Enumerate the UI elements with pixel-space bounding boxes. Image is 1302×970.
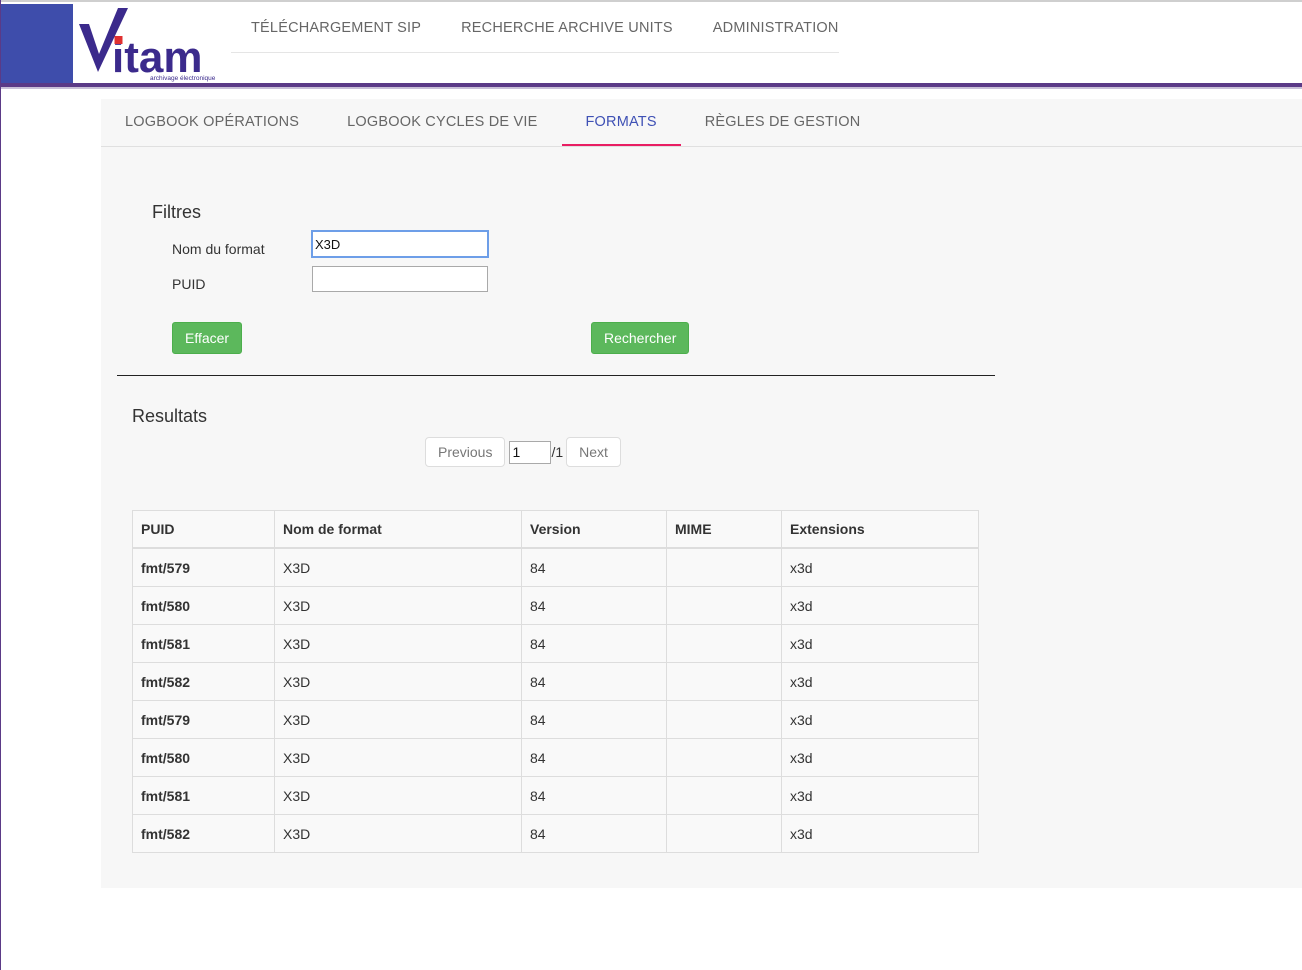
nav-telechargement-sip[interactable]: TÉLÉCHARGEMENT SIP: [231, 10, 441, 52]
column-header-version[interactable]: Version: [521, 510, 667, 549]
cell-mime: [666, 624, 782, 663]
cell-mime: [666, 700, 782, 739]
cell-extensions: x3d: [781, 586, 979, 625]
search-button[interactable]: Rechercher: [591, 322, 690, 354]
header-divider-shadow: [0, 87, 1302, 89]
cell-puid: fmt/580: [132, 586, 275, 625]
top-navigation: TÉLÉCHARGEMENT SIP RECHERCHE ARCHIVE UNI…: [231, 10, 839, 53]
logo-tagline: archivage électronique: [150, 75, 216, 82]
table-header-row: PUID Nom de format Version MIME Extensio…: [132, 510, 979, 549]
column-header-extensions[interactable]: Extensions: [781, 510, 979, 549]
cell-format-name: X3D: [274, 738, 522, 777]
vitam-logo[interactable]: itam archivage électronique: [76, 6, 222, 84]
tab-logbook-cycles-de-vie[interactable]: LOGBOOK CYCLES DE VIE: [323, 99, 561, 144]
table-row[interactable]: fmt/580 X3D 84 x3d: [132, 586, 979, 625]
cell-extensions: x3d: [781, 738, 979, 777]
cell-mime: [666, 662, 782, 701]
filters-heading: Filtres: [152, 202, 201, 222]
table-row[interactable]: fmt/579 X3D 84 x3d: [132, 547, 979, 587]
table-row[interactable]: fmt/581 X3D 84 x3d: [132, 624, 979, 663]
cell-extensions: x3d: [781, 547, 979, 587]
format-name-label: Nom du format: [172, 241, 265, 257]
pagination: Previous /1 Next: [425, 436, 621, 468]
cell-puid: fmt/582: [132, 662, 275, 701]
tab-formats[interactable]: FORMATS: [561, 99, 681, 146]
cell-version: 84: [521, 662, 667, 701]
table-row[interactable]: fmt/579 X3D 84 x3d: [132, 700, 979, 739]
table-row[interactable]: fmt/580 X3D 84 x3d: [132, 738, 979, 777]
results-heading: Resultats: [132, 406, 208, 426]
cell-puid: fmt/581: [132, 776, 275, 815]
cell-mime: [666, 738, 782, 777]
cell-puid: fmt/580: [132, 738, 275, 777]
tab-regles-de-gestion[interactable]: RÈGLES DE GESTION: [681, 99, 885, 144]
brand-color-block: [1, 4, 73, 85]
cell-format-name: X3D: [274, 776, 522, 815]
cell-mime: [666, 776, 782, 815]
cell-format-name: X3D: [274, 624, 522, 663]
column-header-format-name[interactable]: Nom de format: [274, 510, 522, 549]
cell-format-name: X3D: [274, 662, 522, 701]
cell-version: 84: [521, 586, 667, 625]
window-left-border: [0, 0, 1, 970]
nav-administration[interactable]: ADMINISTRATION: [693, 10, 859, 52]
cell-mime: [666, 586, 782, 625]
cell-version: 84: [521, 700, 667, 739]
cell-format-name: X3D: [274, 700, 522, 739]
cell-version: 84: [521, 776, 667, 815]
section-divider: [117, 375, 995, 376]
admin-tabs: LOGBOOK OPÉRATIONS LOGBOOK CYCLES DE VIE…: [101, 99, 1302, 147]
cell-extensions: x3d: [781, 662, 979, 701]
cell-extensions: x3d: [781, 700, 979, 739]
previous-page-button[interactable]: Previous: [425, 437, 506, 467]
cell-format-name: X3D: [274, 547, 522, 587]
format-name-input[interactable]: [311, 230, 489, 258]
nav-recherche-archive-units[interactable]: RECHERCHE ARCHIVE UNITS: [441, 10, 693, 52]
cell-version: 84: [521, 738, 667, 777]
cell-format-name: X3D: [274, 586, 522, 625]
admin-panel: LOGBOOK OPÉRATIONS LOGBOOK CYCLES DE VIE…: [101, 99, 1302, 888]
puid-label: PUID: [172, 276, 206, 292]
column-header-puid[interactable]: PUID: [132, 510, 275, 549]
cell-mime: [666, 814, 782, 853]
cell-puid: fmt/579: [132, 700, 275, 739]
clear-button[interactable]: Effacer: [172, 322, 243, 354]
cell-format-name: X3D: [274, 814, 522, 853]
cell-version: 84: [521, 624, 667, 663]
cell-extensions: x3d: [781, 624, 979, 663]
table-row[interactable]: fmt/582 X3D 84 x3d: [132, 662, 979, 701]
cell-extensions: x3d: [781, 776, 979, 815]
formats-results-table: PUID Nom de format Version MIME Extensio…: [132, 510, 979, 853]
tab-logbook-operations[interactable]: LOGBOOK OPÉRATIONS: [101, 99, 323, 144]
total-pages: /1: [551, 444, 564, 460]
cell-puid: fmt/581: [132, 624, 275, 663]
cell-puid: fmt/579: [132, 547, 275, 587]
cell-version: 84: [521, 547, 667, 587]
cell-puid: fmt/582: [132, 814, 275, 853]
cell-extensions: x3d: [781, 814, 979, 853]
column-header-mime[interactable]: MIME: [666, 510, 782, 549]
page-number-input[interactable]: [509, 440, 552, 464]
table-row[interactable]: fmt/581 X3D 84 x3d: [132, 776, 979, 815]
cell-version: 84: [521, 814, 667, 853]
puid-input[interactable]: [312, 266, 488, 292]
table-row[interactable]: fmt/582 X3D 84 x3d: [132, 814, 979, 853]
app-header: itam archivage électronique TÉLÉCHARGEME…: [0, 2, 1302, 85]
next-page-button[interactable]: Next: [566, 437, 621, 467]
cell-mime: [666, 547, 782, 587]
